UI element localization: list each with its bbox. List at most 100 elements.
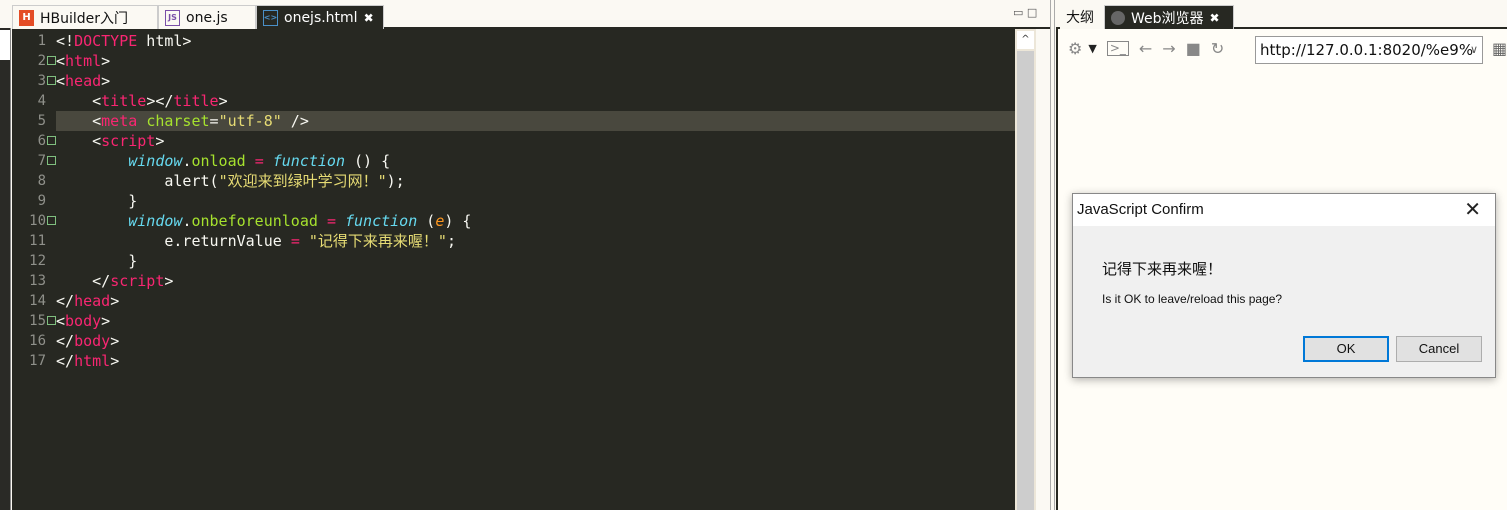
code-line[interactable]: <meta charset="utf-8" />: [56, 111, 1015, 131]
tab-web-browser[interactable]: Web浏览器 ✖: [1104, 5, 1234, 29]
code-token-p: [246, 152, 255, 170]
code-line[interactable]: <body>: [56, 311, 1015, 331]
code-token-p: <: [56, 112, 102, 130]
code-token-tag: html: [65, 52, 102, 70]
code-line[interactable]: }: [56, 251, 1015, 271]
line-number: 10: [12, 211, 56, 231]
code-token-str: "utf-8": [218, 112, 282, 130]
dialog-question: Is it OK to leave/reload this page?: [1102, 292, 1283, 306]
code-token-p: );: [386, 172, 405, 190]
maximize-icon[interactable]: □: [1027, 6, 1037, 19]
fold-toggle-icon[interactable]: [47, 316, 56, 325]
dialog-message: 记得下来再来喔！: [1102, 260, 1223, 278]
tab-label: HBuilder入门: [40, 10, 129, 27]
code-token-str: "记得下来再来喔！": [308, 232, 447, 250]
panel-divider[interactable]: [1050, 0, 1055, 510]
gear-icon[interactable]: ⚙: [1068, 39, 1082, 58]
code-token-p: >: [101, 52, 111, 70]
code-token-p: html>: [137, 32, 192, 50]
tab-hbuilder-intro[interactable]: H HBuilder入门: [12, 5, 158, 29]
code-line[interactable]: <!DOCTYPE html>: [56, 31, 1015, 51]
back-arrow-icon[interactable]: ←: [1139, 39, 1152, 58]
ok-button[interactable]: OK: [1303, 336, 1389, 362]
line-number: 12: [12, 251, 56, 271]
line-number-text: 13: [29, 273, 46, 289]
code-token-kw: function: [272, 152, 345, 170]
close-icon[interactable]: ✕: [1464, 194, 1481, 226]
line-number-text: 16: [29, 333, 46, 349]
line-number: 15: [12, 311, 56, 331]
code-token-param: e: [435, 212, 445, 230]
fold-toggle-icon[interactable]: [47, 136, 56, 145]
fold-toggle-icon[interactable]: [47, 156, 56, 165]
cancel-button[interactable]: Cancel: [1396, 336, 1482, 362]
tab-one-js[interactable]: JS one.js: [158, 5, 256, 29]
code-line[interactable]: </html>: [56, 351, 1015, 371]
code-line[interactable]: e.returnValue = "记得下来再来喔！";: [56, 231, 1015, 251]
code-token-prop: onbeforeunload: [191, 212, 318, 230]
code-token-p: >: [101, 72, 111, 90]
code-token-prop: onload: [191, 152, 246, 170]
scrollbar-thumb[interactable]: [1017, 51, 1034, 510]
code-line[interactable]: <html>: [56, 51, 1015, 71]
tab-outline[interactable]: 大纲: [1060, 5, 1106, 29]
globe-icon: [1111, 10, 1125, 25]
line-number: 13: [12, 271, 56, 291]
code-line[interactable]: </script>: [56, 271, 1015, 291]
code-token-str: "欢迎来到绿叶学习网！": [218, 172, 387, 190]
line-number-gutter: 1 2 3 4 5 6 7 8 9 10 11 12 13 14 15 16 17: [12, 31, 56, 371]
fold-toggle-icon[interactable]: [47, 56, 56, 65]
code-line[interactable]: <head>: [56, 71, 1015, 91]
tab-onejs-html[interactable]: <> onejs.html ✖: [256, 5, 384, 29]
code-token-p: }: [56, 192, 138, 210]
chevron-down-icon[interactable]: ∨: [1470, 37, 1478, 63]
code-token-p: <!: [56, 32, 75, 50]
code-token-p: (: [417, 212, 436, 230]
dropdown-arrow-icon[interactable]: ▼: [1088, 42, 1096, 55]
close-icon[interactable]: ✖: [364, 11, 374, 25]
code-token-tag: title: [173, 92, 219, 110]
code-token-tag: script: [101, 132, 156, 150]
line-number: 16: [12, 331, 56, 351]
code-line[interactable]: <title></title>: [56, 91, 1015, 111]
code-token-op: =: [326, 212, 336, 230]
editor-tab-bar: H HBuilder入门 JS one.js <> onejs.html ✖: [12, 5, 1050, 29]
forward-arrow-icon[interactable]: →: [1162, 39, 1175, 58]
code-token-p: >: [110, 292, 120, 310]
code-line[interactable]: <script>: [56, 131, 1015, 151]
scroll-up-icon[interactable]: ^: [1017, 31, 1034, 49]
qr-code-icon[interactable]: ▦: [1492, 39, 1507, 58]
code-line[interactable]: alert("欢迎来到绿叶学习网！");: [56, 171, 1015, 191]
window-controls: ▭ □: [1013, 6, 1048, 24]
vertical-scrollbar[interactable]: ^: [1015, 29, 1036, 510]
fold-toggle-icon[interactable]: [47, 216, 56, 225]
line-number-text: 5: [37, 113, 46, 129]
line-number-text: 2: [37, 53, 46, 69]
minimize-icon[interactable]: ▭: [1013, 6, 1023, 19]
code-token-p: </: [56, 292, 75, 310]
code-token-tag: head: [65, 72, 102, 90]
code-token-p: <: [56, 132, 102, 150]
code-line[interactable]: </head>: [56, 291, 1015, 311]
code-token-tag: DOCTYPE: [74, 32, 138, 50]
stop-icon[interactable]: ■: [1186, 39, 1201, 58]
close-icon[interactable]: ✖: [1210, 11, 1220, 25]
code-token-p: alert(: [56, 172, 219, 190]
code-line[interactable]: </body>: [56, 331, 1015, 351]
js-file-icon: JS: [165, 9, 180, 26]
fold-toggle-icon[interactable]: [47, 76, 56, 85]
code-line[interactable]: window.onbeforeunload = function (e) {: [56, 211, 1015, 231]
code-token-tag: body: [65, 312, 102, 330]
line-number-text: 1: [37, 33, 46, 49]
line-number-text: 8: [37, 173, 46, 189]
refresh-icon[interactable]: ↻: [1211, 39, 1224, 58]
code-editor[interactable]: 1 2 3 4 5 6 7 8 9 10 11 12 13 14 15 16 17 <!DOCTYPE html…: [12, 29, 1015, 510]
code-token-p: >: [155, 132, 165, 150]
code-line[interactable]: window.onload = function () {: [56, 151, 1015, 171]
code-token-p: ;: [446, 232, 456, 250]
code-area[interactable]: <!DOCTYPE html> <html> <head> <title></tit…: [56, 31, 1015, 371]
console-icon[interactable]: >_: [1106, 40, 1129, 56]
url-input[interactable]: http://127.0.0.1:8020/%e9% ∨: [1255, 36, 1483, 64]
code-line[interactable]: }: [56, 191, 1015, 211]
code-token-p: >: [101, 312, 111, 330]
